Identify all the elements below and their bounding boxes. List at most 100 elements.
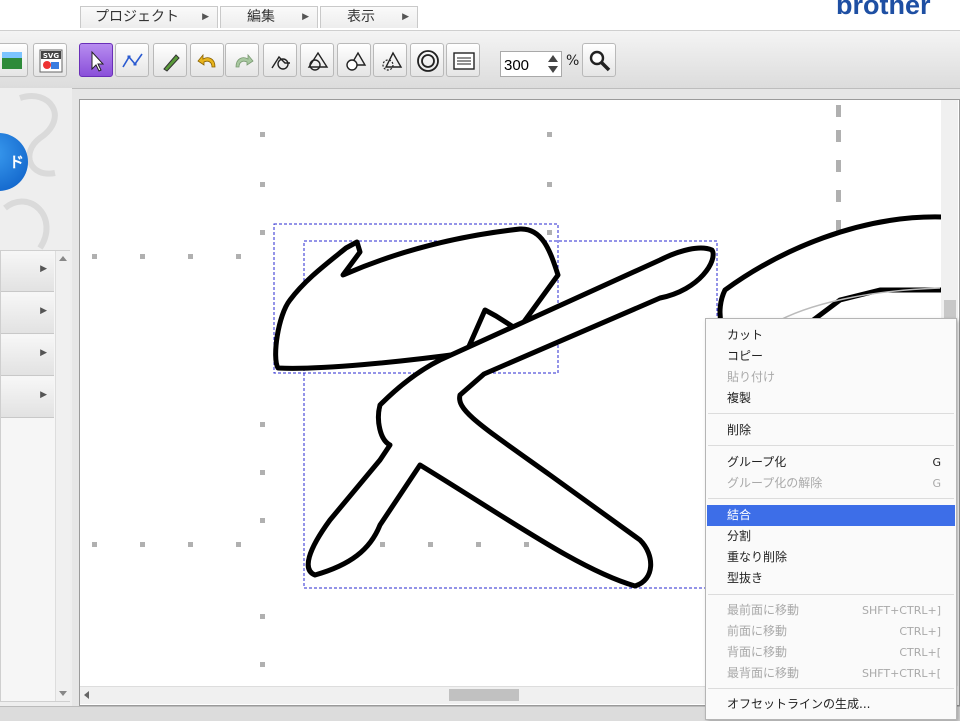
chevron-right-icon: ▶ — [402, 12, 409, 22]
magnifier-icon — [589, 50, 611, 72]
shape-subtract-icon — [346, 51, 367, 71]
menu-item-remove-overlap[interactable]: 重なり削除 — [707, 547, 955, 568]
pen-draw-button[interactable] — [153, 43, 187, 77]
menu-bar: プロジェクト ▶ 編集 ▶ 表示 ▶ brother — [0, 0, 960, 30]
offset-ring-icon — [417, 50, 439, 72]
shape-subtract-button[interactable] — [337, 43, 371, 77]
select-arrow-icon — [91, 50, 105, 72]
pen-draw-icon — [163, 54, 180, 72]
shape-intersect-icon — [382, 51, 403, 71]
side-list-item[interactable]: ▶ — [1, 251, 54, 292]
menu-item-label: 最背面に移動 — [727, 666, 800, 680]
undo-button[interactable] — [190, 43, 224, 77]
stepper-up-icon[interactable] — [548, 55, 558, 62]
zoom-stepper[interactable] — [545, 52, 561, 76]
menu-item-shortcut: G — [932, 477, 941, 490]
menu-item-bring-to-front[interactable]: 最前面に移動 SHFT+CTRL+] — [707, 600, 955, 621]
menu-separator — [708, 594, 954, 595]
menu-item-label: 複製 — [727, 391, 752, 405]
scroll-arrows — [59, 256, 67, 696]
chevron-right-icon: ▶ — [202, 12, 209, 22]
menu-item-shortcut: CTRL+[ — [899, 646, 941, 659]
side-list-item[interactable]: ▶ — [1, 335, 54, 376]
menu-tab-label: 表示 — [347, 9, 375, 25]
menu-tab-label: プロジェクト — [95, 9, 179, 25]
shape-add-button[interactable] — [263, 43, 297, 77]
menu-item-shortcut: G — [932, 456, 941, 469]
stepper-down-icon[interactable] — [548, 66, 558, 73]
menu-item-cut[interactable]: カット — [707, 325, 955, 346]
svg-import-button[interactable]: SVG — [33, 43, 67, 77]
menu-item-label: オフセットラインの生成... — [727, 697, 871, 711]
menu-tab-edit[interactable]: 編集 ▶ — [220, 6, 318, 28]
side-list: ▶ ▶ ▶ ▶ — [0, 250, 70, 702]
menu-item-label: 背面に移動 — [727, 645, 788, 659]
chevron-right-icon: ▶ — [40, 264, 47, 274]
menu-item-label: 前面に移動 — [727, 624, 788, 638]
context-menu: カット コピー 貼り付け 複製 削除 グループ化 G グループ化の解除 G 結合 分… — [705, 318, 957, 720]
menu-item-label: グループ化 — [727, 455, 787, 469]
svg-icon-label: SVG — [43, 52, 59, 60]
zoom-search-button[interactable] — [582, 43, 616, 77]
menu-item-label: 分割 — [727, 529, 752, 543]
menu-separator — [708, 413, 954, 414]
list-panel-icon — [453, 52, 475, 70]
menu-item-delete[interactable]: 削除 — [707, 420, 955, 441]
menu-tab-label: 編集 — [247, 9, 275, 25]
menu-item-cutout[interactable]: 型抜き — [707, 568, 955, 589]
shape-add-icon — [271, 55, 290, 70]
shape-weld-button[interactable] — [300, 43, 334, 77]
menu-item-split[interactable]: 分割 — [707, 526, 955, 547]
menu-item-label: グループ化の解除 — [727, 476, 823, 490]
chevron-right-icon: ▶ — [40, 348, 47, 358]
menu-item-label: コピー — [727, 349, 764, 363]
scroll-left-icon[interactable] — [80, 687, 94, 703]
menu-item-label: 貼り付け — [727, 370, 776, 384]
menu-item-shortcut: SHFT+CTRL+[ — [861, 667, 941, 680]
redo-button[interactable] — [225, 43, 259, 77]
menu-tab-view[interactable]: 表示 ▶ — [320, 6, 418, 28]
menu-tab-project[interactable]: プロジェクト ▶ — [80, 6, 218, 28]
menu-item-bring-forward[interactable]: 前面に移動 CTRL+] — [707, 621, 955, 642]
shape-intersect-button[interactable] — [373, 43, 407, 77]
toolbar: SVG 300 % — [0, 30, 960, 89]
point-edit-icon — [122, 53, 143, 68]
menu-item-shortcut: CTRL+] — [899, 625, 941, 638]
menu-separator — [708, 688, 954, 689]
side-list-scrollbar[interactable] — [55, 251, 70, 701]
chevron-right-icon: ▶ — [40, 390, 47, 400]
offset-ring-button[interactable] — [410, 43, 444, 77]
point-edit-button[interactable] — [115, 43, 149, 77]
redo-icon — [235, 53, 254, 68]
scroll-up-icon[interactable] — [59, 256, 67, 261]
scroll-down-icon[interactable] — [59, 691, 67, 696]
menu-item-group[interactable]: グループ化 G — [707, 452, 955, 473]
menu-item-combine[interactable]: 結合 — [707, 505, 955, 526]
menu-item-label: 最前面に移動 — [727, 603, 800, 617]
side-list-item[interactable]: ▶ — [1, 377, 54, 418]
chevron-right-icon: ▶ — [40, 306, 47, 316]
menu-separator — [708, 498, 954, 499]
menu-item-label: 型抜き — [727, 571, 764, 585]
side-list-item[interactable]: ▶ — [1, 293, 54, 334]
select-tool-button[interactable] — [79, 43, 113, 77]
zoom-unit-label: % — [566, 53, 580, 69]
chevron-right-icon: ▶ — [302, 12, 309, 22]
list-panel-button[interactable] — [446, 43, 480, 77]
menu-separator — [708, 445, 954, 446]
image-import-icon — [2, 52, 22, 69]
menu-item-label: 重なり削除 — [727, 550, 788, 564]
menu-item-send-backward[interactable]: 背面に移動 CTRL+[ — [707, 642, 955, 663]
menu-item-generate-offset-line[interactable]: オフセットラインの生成... — [707, 694, 955, 715]
brand-logo: brother — [836, 0, 931, 20]
svg-import-icon: SVG — [39, 49, 63, 73]
horizontal-scroll-thumb[interactable] — [449, 689, 519, 701]
image-import-button[interactable] — [0, 43, 28, 77]
menu-item-copy[interactable]: コピー — [707, 346, 955, 367]
menu-item-duplicate[interactable]: 複製 — [707, 388, 955, 409]
menu-item-label: 結合 — [727, 508, 752, 522]
menu-item-send-to-back[interactable]: 最背面に移動 SHFT+CTRL+[ — [707, 663, 955, 684]
menu-item-label: 削除 — [727, 423, 752, 437]
menu-item-paste[interactable]: 貼り付け — [707, 367, 955, 388]
menu-item-ungroup[interactable]: グループ化の解除 G — [707, 473, 955, 494]
